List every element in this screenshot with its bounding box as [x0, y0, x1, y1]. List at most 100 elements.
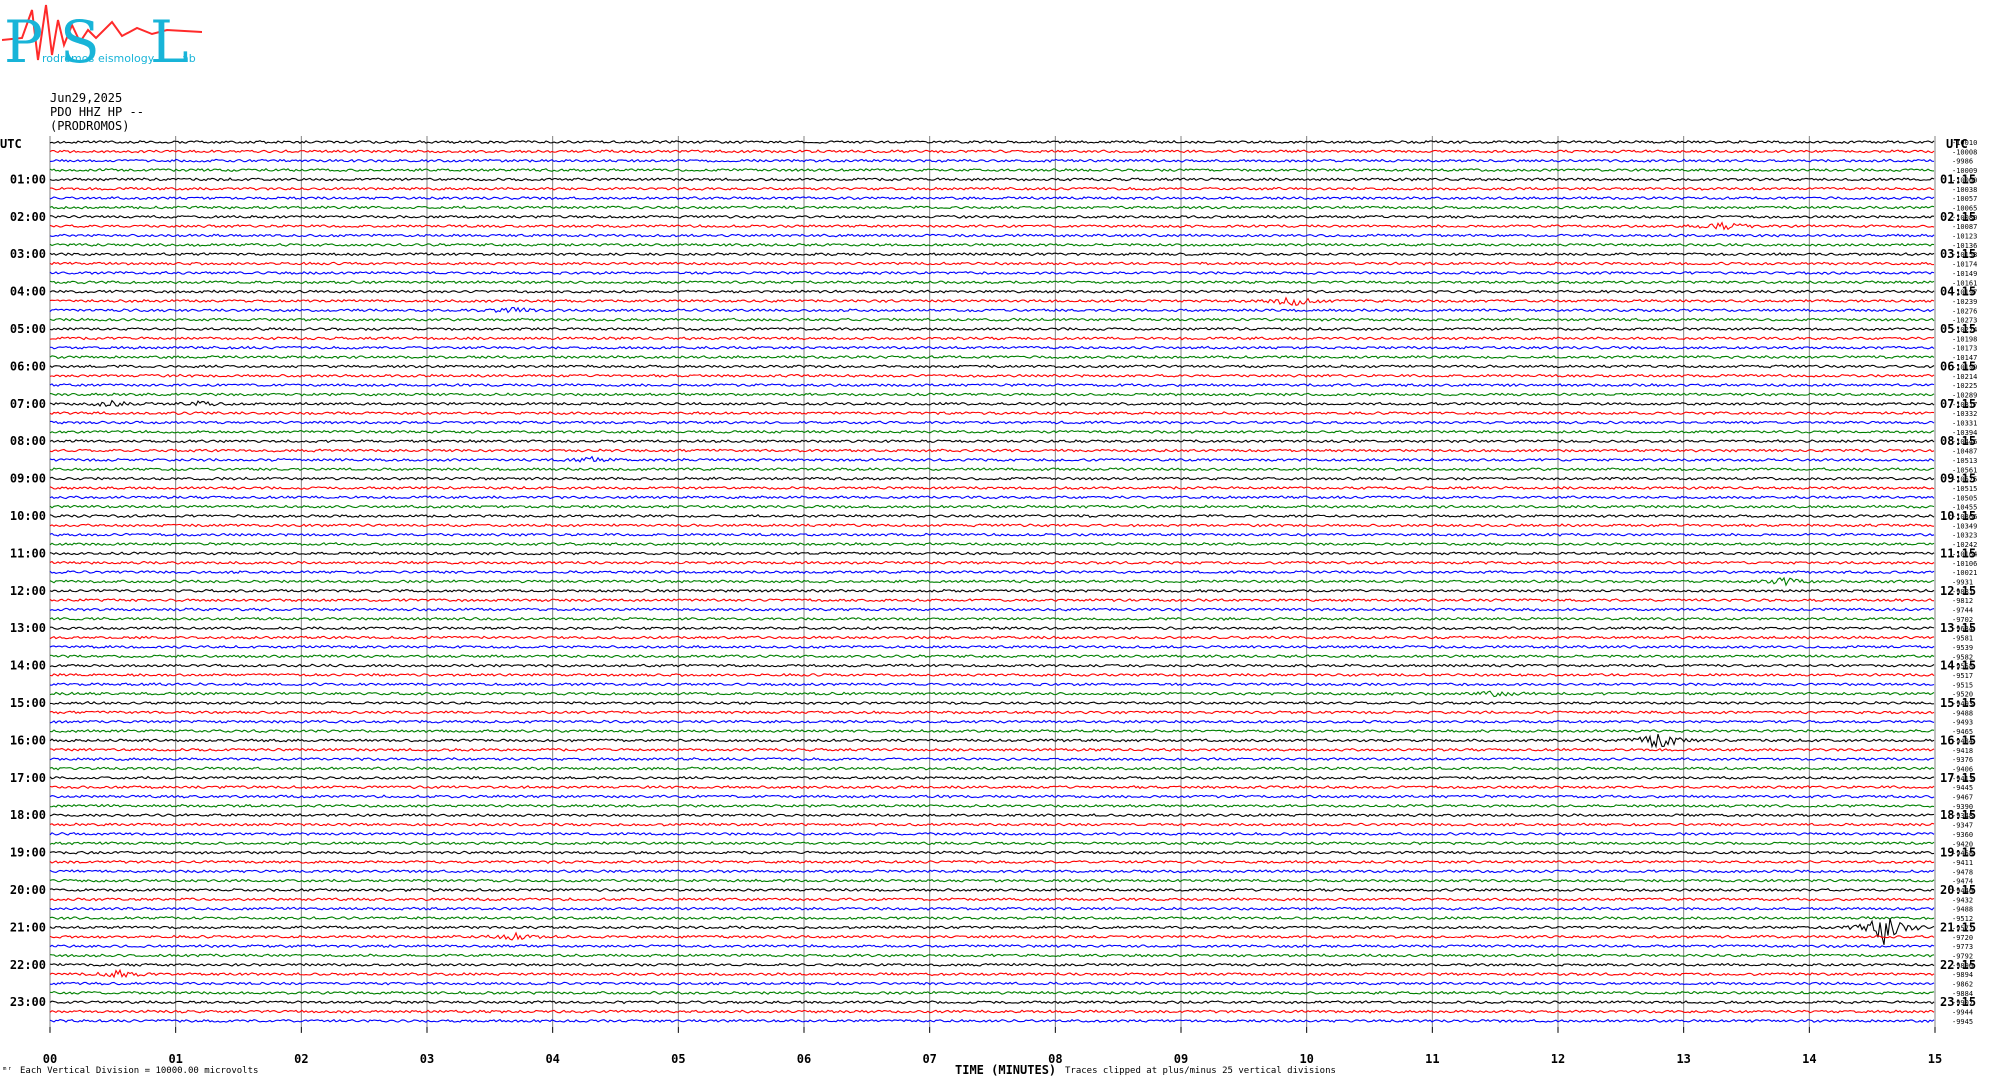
- trace-row: [49, 467, 1935, 472]
- left-hour-label: 02:00: [10, 210, 46, 224]
- left-hour-label: 13:00: [10, 621, 46, 635]
- trace-row: [49, 336, 1935, 341]
- row-offset-label: -10123: [1952, 233, 1977, 241]
- trace-row: [49, 280, 1935, 285]
- left-hour-label: 12:00: [10, 584, 46, 598]
- row-offset-label: -9488: [1952, 906, 1973, 914]
- row-offset-label: -10087: [1952, 223, 1977, 231]
- row-offset-label: -9376: [1952, 756, 1973, 764]
- trace-row: [49, 504, 1935, 509]
- row-offset-label: -10276: [1952, 307, 1977, 315]
- trace-row: [49, 729, 1935, 734]
- trace-row: [49, 306, 1935, 314]
- trace-row: [49, 719, 1935, 724]
- trace-row: [49, 682, 1935, 687]
- row-offset-label: -9445: [1952, 784, 1973, 792]
- right-hour-label: 08:15: [1940, 434, 1976, 448]
- trace-row: [49, 588, 1935, 593]
- row-offset-label: -10323: [1952, 532, 1977, 540]
- row-offset-label: -9581: [1952, 635, 1973, 643]
- trace-row: [49, 186, 1935, 191]
- trace-row: [49, 345, 1935, 350]
- trace-row: [49, 364, 1935, 369]
- right-hour-label: 23:15: [1940, 995, 1976, 1009]
- trace-row: [49, 532, 1935, 537]
- x-tick-label: 13: [1676, 1052, 1690, 1066]
- x-tick-label: 14: [1802, 1052, 1816, 1066]
- trace-row: [49, 513, 1935, 519]
- trace-row: [49, 455, 1935, 463]
- right-hour-label: 21:15: [1940, 920, 1976, 934]
- left-hour-label: 20:00: [10, 883, 46, 897]
- right-hour-label: 06:15: [1940, 359, 1976, 373]
- trace-row: [49, 261, 1935, 266]
- row-offset-label: -10038: [1952, 186, 1977, 194]
- right-hour-label: 13:15: [1940, 621, 1976, 635]
- left-hour-label: 21:00: [10, 920, 46, 934]
- right-hour-label: 20:15: [1940, 883, 1976, 897]
- trace-row: [49, 943, 1935, 949]
- trace-row: [49, 962, 1935, 967]
- right-hour-label: 04:15: [1940, 285, 1976, 299]
- trace-row: [49, 485, 1935, 491]
- trace-row: [49, 968, 1935, 979]
- row-offset-label: -10505: [1952, 494, 1977, 502]
- trace-row: [49, 196, 1935, 201]
- corner-mark: ᵐʳ: [2, 1066, 13, 1076]
- row-offset-label: -9894: [1952, 971, 1973, 979]
- left-hour-label: 22:00: [10, 958, 46, 972]
- left-hour-label: 19:00: [10, 846, 46, 860]
- row-offset-label: -9360: [1952, 831, 1973, 839]
- trace-row: [49, 429, 1935, 434]
- row-offset-label: -10106: [1952, 560, 1977, 568]
- x-tick-label: 07: [922, 1052, 936, 1066]
- trace-row: [49, 931, 1935, 941]
- helicorder-plot: 00 01 02 03 04 05 06 07 08 09 10 11 12 13 14 15-10010-1…: [10, 136, 1977, 1066]
- trace-row: [49, 233, 1935, 238]
- x-tick-label: 03: [420, 1052, 434, 1066]
- trace-row: [49, 616, 1935, 621]
- x-tick-label: 04: [545, 1052, 559, 1066]
- trace-row: [49, 747, 1935, 752]
- trace-row: [49, 495, 1935, 500]
- row-offset-label: -9945: [1952, 1018, 1973, 1026]
- trace-row: [49, 775, 1935, 780]
- trace-row: [49, 214, 1935, 219]
- row-offset-label: -9411: [1952, 859, 1973, 867]
- right-hour-label: 07:15: [1940, 397, 1976, 411]
- trace-row: [49, 635, 1935, 640]
- left-hour-label: 18:00: [10, 808, 46, 822]
- x-tick-label: 00: [43, 1052, 57, 1066]
- trace-row: [49, 906, 1935, 911]
- row-offset-label: -10010: [1952, 139, 1977, 147]
- row-offset-label: -9493: [1952, 719, 1973, 727]
- x-tick-label: 15: [1928, 1052, 1942, 1066]
- row-offset-label: -9862: [1952, 981, 1973, 989]
- trace-row: [49, 598, 1935, 603]
- trace-row: [49, 990, 1935, 995]
- x-axis-title: TIME (MINUTES): [955, 1063, 1057, 1077]
- trace-row: [49, 149, 1935, 154]
- row-offset-label: -9773: [1952, 943, 1973, 951]
- trace-row: [49, 607, 1935, 612]
- row-offset-label: -10515: [1952, 485, 1977, 493]
- row-offset-label: -10149: [1952, 270, 1977, 278]
- trace-row: [49, 476, 1935, 481]
- trace-row: [49, 756, 1935, 762]
- trace-row: [49, 355, 1935, 360]
- left-hour-label: 08:00: [10, 434, 46, 448]
- left-hour-label: 11:00: [10, 546, 46, 560]
- trace-row: [49, 1000, 1935, 1005]
- trace-row: [49, 878, 1935, 883]
- left-hour-label: 15:00: [10, 696, 46, 710]
- trace-row: [49, 139, 1935, 145]
- trace-row: [49, 242, 1935, 247]
- trace-row: [49, 841, 1935, 846]
- row-offset-label: -10225: [1952, 382, 1977, 390]
- trace-row: [49, 831, 1935, 836]
- row-offset-label: -9720: [1952, 934, 1973, 942]
- scale-note: Each Vertical Division = 10000.00 microv…: [20, 1066, 259, 1076]
- left-hour-label: 10:00: [10, 509, 46, 523]
- left-hour-label: 06:00: [10, 359, 46, 373]
- right-hour-label: 18:15: [1940, 808, 1976, 822]
